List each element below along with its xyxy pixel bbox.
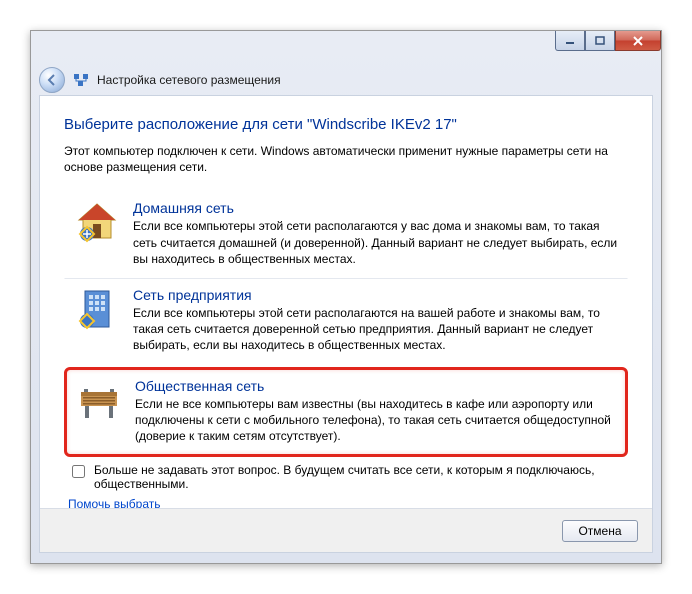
option-description: Если все компьютеры этой сети располагаю… <box>133 305 619 354</box>
option-description: Если не все компьютеры вам известны (вы … <box>135 396 617 445</box>
option-home-network[interactable]: Домашняя сеть Если все компьютеры этой с… <box>64 191 628 278</box>
minimize-button[interactable] <box>555 31 585 51</box>
arrow-left-icon <box>45 73 59 87</box>
network-options: Домашняя сеть Если все компьютеры этой с… <box>64 191 628 457</box>
minimize-icon <box>565 36 575 46</box>
close-icon <box>632 35 644 47</box>
cancel-button[interactable]: Отмена <box>562 520 638 542</box>
back-button[interactable] <box>39 67 65 93</box>
window-controls <box>555 31 661 51</box>
dialog-window: Настройка сетевого размещения Выберите р… <box>30 30 662 564</box>
option-work-network[interactable]: Сеть предприятия Если все компьютеры это… <box>64 278 628 365</box>
work-network-icon <box>73 287 121 331</box>
option-title: Домашняя сеть <box>133 200 619 216</box>
dialog-content: Выберите расположение для сети "Windscri… <box>39 95 653 553</box>
option-description: Если все компьютеры этой сети располагаю… <box>133 218 619 267</box>
dialog-footer: Отмена <box>40 508 652 552</box>
dialog-header: Настройка сетевого размещения <box>39 65 653 95</box>
option-title: Сеть предприятия <box>133 287 619 303</box>
checkbox-label: Больше не задавать этот вопрос. В будуще… <box>94 463 628 491</box>
dialog-title: Настройка сетевого размещения <box>97 73 281 87</box>
dont-ask-checkbox-row[interactable]: Больше не задавать этот вопрос. В будуще… <box>68 463 628 491</box>
network-icon <box>73 72 89 88</box>
page-heading: Выберите расположение для сети "Windscri… <box>64 116 628 133</box>
intro-text: Этот компьютер подключен к сети. Windows… <box>64 143 628 175</box>
maximize-icon <box>595 36 605 46</box>
public-network-icon <box>75 378 123 422</box>
maximize-button[interactable] <box>585 31 615 51</box>
option-public-network[interactable]: Общественная сеть Если не все компьютеры… <box>64 367 628 458</box>
home-network-icon <box>73 200 121 244</box>
option-title: Общественная сеть <box>135 378 617 394</box>
close-button[interactable] <box>615 31 661 51</box>
dont-ask-checkbox[interactable] <box>72 465 85 478</box>
